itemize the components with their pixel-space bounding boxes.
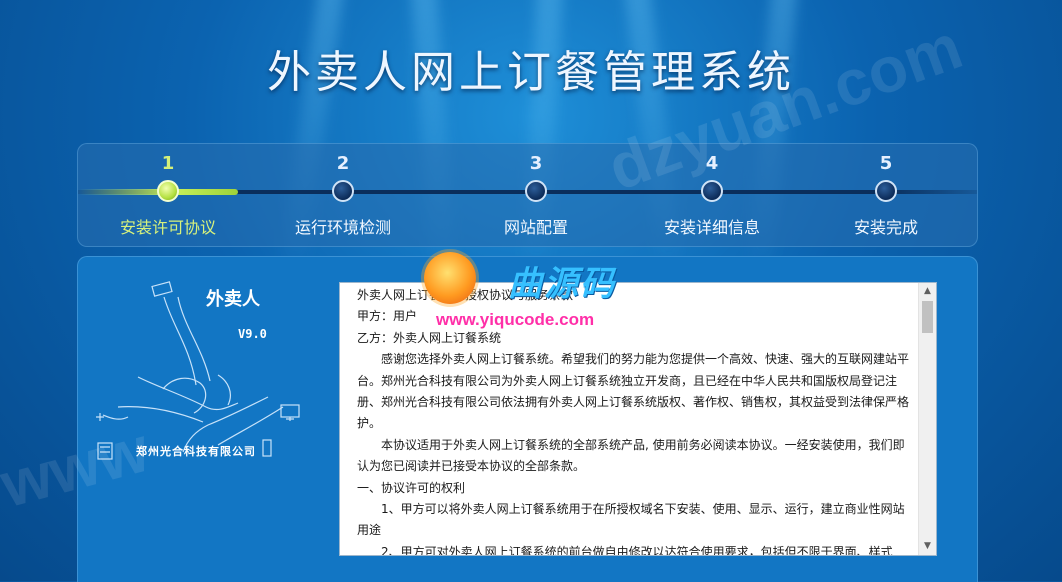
license-scrollbar[interactable]: ▲ ▼ — [918, 283, 936, 555]
step-license: 1 安装许可协议 — [88, 144, 248, 238]
scrollbar-thumb[interactable] — [922, 301, 933, 333]
step-dot — [875, 180, 897, 202]
step-label: 安装完成 — [853, 218, 918, 237]
install-steps: 1 安装许可协议 2 运行环境检测 3 网站配置 4 安装详细信息 5 安装完成 — [77, 143, 978, 247]
sun-icon — [424, 252, 476, 304]
step-number: 2 — [336, 153, 350, 174]
step-label: 安装许可协议 — [119, 218, 216, 237]
step-label: 安装详细信息 — [663, 218, 760, 237]
product-version: V9.0 — [238, 327, 267, 341]
step-label: 网站配置 — [503, 218, 568, 237]
step-dot — [525, 180, 547, 202]
license-textbox[interactable]: 外卖人网上订餐系统授权协议与服务条款 甲方：用户 乙方：外卖人网上订餐系统 感谢… — [339, 282, 937, 556]
step-dot-active — [157, 180, 179, 202]
step-dot — [701, 180, 723, 202]
step-dot — [332, 180, 354, 202]
license-party-b: 乙方：外卖人网上订餐系统 — [357, 330, 502, 345]
license-item: 1、甲方可以将外卖人网上订餐系统用于在所授权域名下安装、使用、显示、运行，建立商… — [357, 502, 905, 538]
step-number: 3 — [529, 153, 543, 174]
step-number: 5 — [879, 153, 893, 174]
scroll-down-icon[interactable]: ▼ — [919, 538, 936, 555]
license-item: 2、甲方可对外卖人网上订餐系统的前台做自由修改以达符合使用要求，包括但不限于界面… — [381, 544, 893, 555]
product-brand: 外卖人 — [206, 289, 260, 310]
license-paragraph: 感谢您选择外卖人网上订餐系统。希望我们的努力能为您提供一个高效、快速、强大的互联… — [357, 352, 910, 431]
step-complete: 5 安装完成 — [806, 144, 966, 238]
step-site-config: 3 网站配置 — [456, 144, 616, 238]
company-name: 郑州光合科技有限公司 — [136, 445, 256, 458]
watermark-logo-text: 曲源码 — [508, 264, 616, 304]
license-section: 一、协议许可的权利 — [357, 480, 466, 495]
scroll-up-icon[interactable]: ▲ — [919, 283, 936, 300]
step-label: 运行环境检测 — [294, 218, 391, 237]
watermark-url: www.yiqucode.com — [436, 310, 595, 329]
license-text: 外卖人网上订餐系统授权协议与服务条款 甲方：用户 乙方：外卖人网上订餐系统 感谢… — [340, 283, 918, 555]
step-env-check: 2 运行环境检测 — [263, 144, 423, 238]
license-paragraph: 本协议适用于外卖人网上订餐系统的全部系统产品, 使用前务必阅读本协议。一经安装使… — [357, 437, 905, 474]
step-number: 1 — [161, 153, 175, 174]
